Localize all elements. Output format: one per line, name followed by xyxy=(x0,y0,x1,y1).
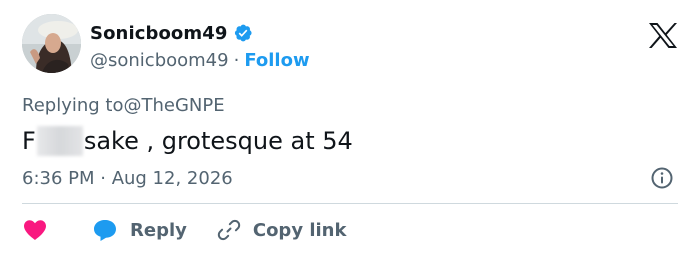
replying-prefix: Replying to xyxy=(22,94,124,116)
copy-link-label: Copy link xyxy=(252,219,347,241)
replying-mention-link[interactable]: @TheGNPE xyxy=(123,95,224,116)
user-handle[interactable]: @sonicboom49 xyxy=(90,50,229,71)
copy-link-button[interactable]: Copy link xyxy=(217,218,347,242)
reply-bubble-icon xyxy=(94,220,116,241)
separator-dot: · xyxy=(233,49,240,71)
follow-button[interactable]: Follow xyxy=(244,50,309,71)
tweet-text-rest: sake , grotesque at 54 xyxy=(83,127,353,155)
author-name-row: Sonicboom49 xyxy=(90,21,253,45)
display-name[interactable]: Sonicboom49 xyxy=(90,23,228,44)
x-logo-icon[interactable] xyxy=(648,22,678,49)
handle-row: @sonicboom49 · Follow xyxy=(90,48,310,72)
action-bar: Reply Copy link xyxy=(22,216,346,244)
link-icon xyxy=(217,219,241,241)
replying-to-line: Replying to @TheGNPE xyxy=(22,93,225,117)
tweet-text-start: F xyxy=(22,127,36,155)
avatar-image xyxy=(22,14,81,73)
divider xyxy=(22,203,678,204)
info-icon[interactable] xyxy=(650,166,674,190)
tweet-text: Fsake , grotesque at 54 xyxy=(22,124,353,158)
reply-label: Reply xyxy=(130,219,187,241)
timestamp-link[interactable]: 6:36 PM · Aug 12, 2026 xyxy=(22,166,233,190)
censored-word-blur xyxy=(36,126,83,156)
avatar[interactable] xyxy=(22,14,81,73)
verified-badge-icon xyxy=(234,24,252,42)
tweet-card: Sonicboom49 @sonicboom49 · Follow Replyi… xyxy=(0,0,700,256)
heart-icon xyxy=(24,220,46,240)
like-button[interactable] xyxy=(22,218,48,242)
reply-button[interactable]: Reply xyxy=(92,218,187,242)
